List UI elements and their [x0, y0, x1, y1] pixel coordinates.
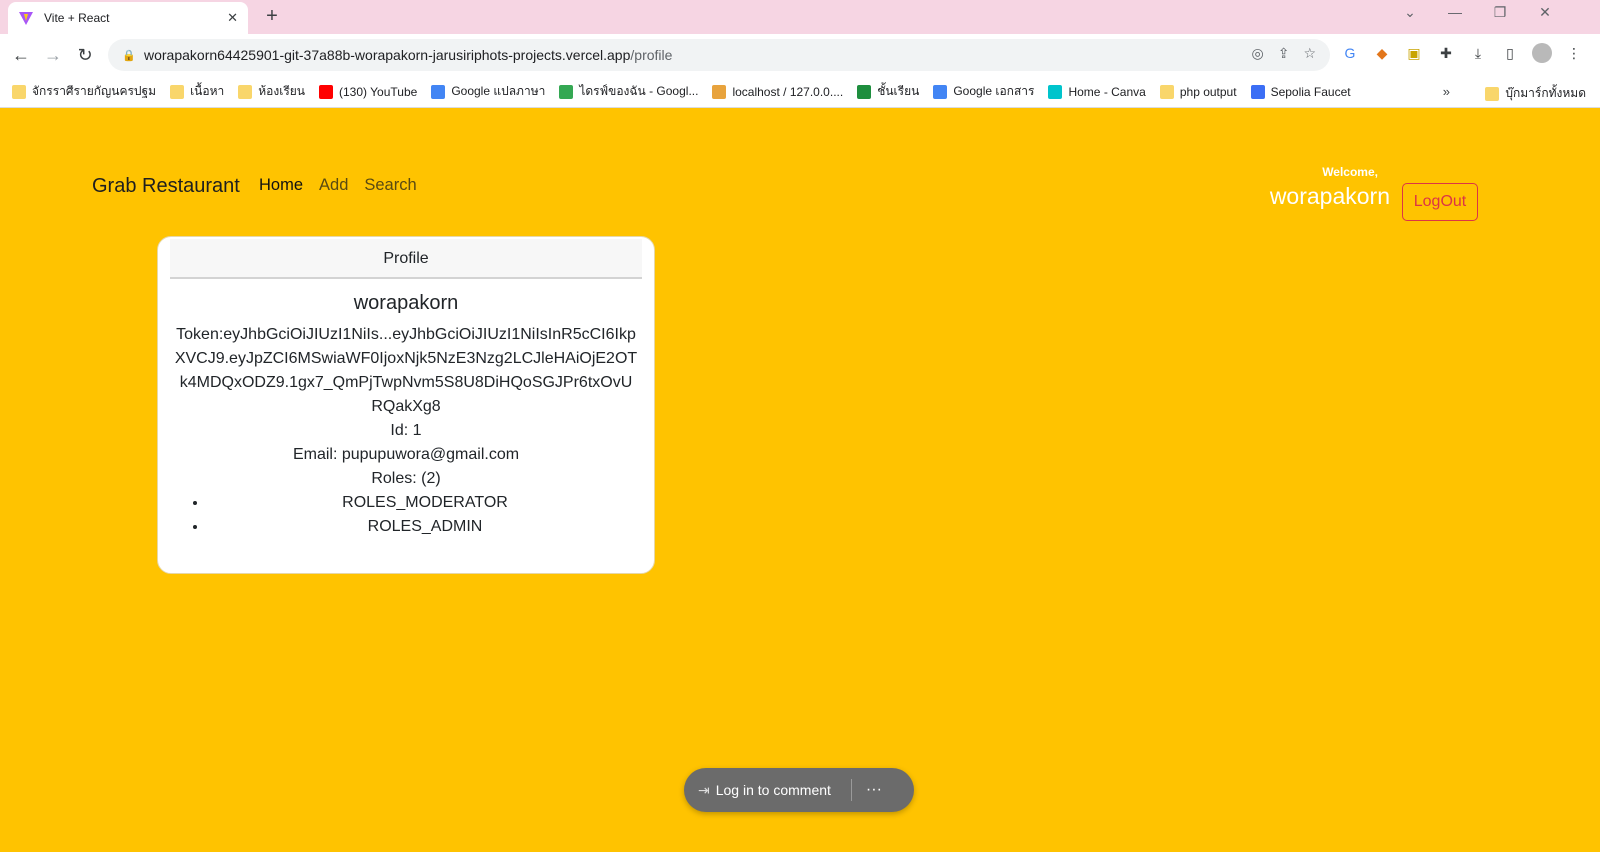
bookmark-item[interactable]: ชั้นเรียน: [857, 82, 919, 101]
nav-add-link[interactable]: Add: [319, 176, 348, 195]
brand-link[interactable]: Grab Restaurant: [92, 175, 240, 198]
nav-search-link[interactable]: Search: [364, 176, 416, 195]
login-icon: ⇥: [698, 781, 710, 798]
close-window-icon[interactable]: ✕: [1530, 4, 1560, 21]
folder-icon: [12, 84, 26, 99]
bookmark-label: php output: [1179, 84, 1237, 99]
bookmark-label: ห้องเรียน: [258, 84, 306, 98]
bookmark-item[interactable]: Google เอกสาร: [933, 82, 1034, 101]
bookmarks-overflow-icon[interactable]: »: [1443, 84, 1450, 99]
bookmark-item[interactable]: localhost / 127.0.0....: [712, 84, 844, 99]
eye-off-icon[interactable]: ◎: [1251, 45, 1263, 62]
bookmark-label: Sepolia Faucet: [1270, 84, 1351, 99]
bookmark-label: จักรราศีรายกัญนครปฐม: [32, 84, 157, 98]
browser-toolbar: ← → ↻ 🔒 worapakorn64425901-git-37a88b-wo…: [0, 34, 1600, 76]
profile-roles-count: Roles: (2): [371, 470, 441, 487]
bookmark-item[interactable]: ห้องเรียน: [238, 82, 305, 101]
puzzle-icon[interactable]: ✚: [1436, 43, 1456, 63]
bookmark-item[interactable]: ไดรฟ์ของฉัน - Googl...: [559, 82, 698, 101]
docs-icon: [933, 84, 948, 99]
address-bar[interactable]: 🔒 worapakorn64425901-git-37a88b-worapako…: [108, 39, 1330, 71]
minimize-icon[interactable]: —: [1440, 4, 1470, 20]
login-to-comment-button[interactable]: Log in to comment: [716, 782, 831, 798]
bookmark-label: ชั้นเรียน: [877, 84, 920, 98]
close-tab-icon[interactable]: ✕: [227, 10, 238, 26]
phpmyadmin-icon: [712, 84, 727, 99]
side-panel-icon[interactable]: ▯: [1500, 43, 1520, 63]
all-bookmarks-label: บุ๊กมาร์กทั้งหมด: [1505, 86, 1586, 100]
translate-icon: [431, 84, 446, 99]
drive-icon: [559, 84, 574, 99]
bookmark-item[interactable]: เนื้อหา: [170, 82, 224, 101]
menu-icon[interactable]: ⋮: [1564, 43, 1584, 63]
bookmark-label: (130) YouTube: [339, 84, 418, 99]
reload-icon[interactable]: ↻: [72, 42, 98, 68]
vite-logo-icon: [19, 12, 33, 25]
tab-title: Vite + React: [44, 11, 110, 25]
folder-icon: [1159, 84, 1174, 99]
profile-id: Id: 1: [390, 422, 422, 439]
bookmark-item[interactable]: (130) YouTube: [319, 84, 418, 99]
folder-icon: [170, 84, 185, 99]
bookmark-label: ไดรฟ์ของฉัน - Googl...: [579, 84, 699, 98]
bookmark-item[interactable]: php output: [1159, 84, 1237, 99]
browser-tab[interactable]: Vite + React ✕: [8, 2, 248, 34]
nav-home-link[interactable]: Home: [259, 176, 303, 195]
share-icon[interactable]: ⇪: [1278, 45, 1290, 62]
bookmark-label: เนื้อหา: [190, 84, 225, 98]
browser-tab-strip: Vite + React ✕ + ⌄ — ❐ ✕: [0, 0, 1600, 34]
profile-card-header: Profile: [170, 239, 642, 279]
url-host: worapakorn64425901-git-37a88b-worapakorn…: [144, 47, 631, 63]
bookmarks-bar: จักรราศีรายกัญนครปฐม เนื้อหา ห้องเรียน (130…: [0, 76, 1600, 108]
role-item: ROLES_ADMIN: [208, 515, 642, 539]
bookmark-item[interactable]: Sepolia Faucet: [1250, 84, 1351, 99]
vercel-comment-bar: ⇥ Log in to comment ···: [684, 768, 914, 812]
folder-icon: [1485, 86, 1500, 101]
youtube-icon: [319, 84, 334, 99]
bookmark-label: Google เอกสาร: [953, 84, 1035, 98]
extension-box-icon[interactable]: ▣: [1404, 43, 1424, 63]
profile-card-body: worapakorn Token:eyJhbGciOiJIUzI1NiIs...…: [170, 292, 642, 539]
bookmark-item[interactable]: Google แปลภาษา: [431, 82, 545, 101]
profile-token: Token:eyJhbGciOiJIUzI1NiIs...eyJhbGciOiJ…: [174, 326, 638, 415]
new-tab-icon[interactable]: +: [260, 5, 284, 29]
roles-list: ROLES_MODERATOR ROLES_ADMIN: [170, 491, 642, 539]
forward-icon[interactable]: →: [40, 42, 66, 68]
lock-icon: 🔒: [122, 49, 136, 62]
welcome-label: Welcome,: [1322, 165, 1378, 179]
role-item: ROLES_MODERATOR: [208, 491, 642, 515]
bookmark-item[interactable]: จักรราศีรายกัญนครปฐม: [12, 82, 156, 101]
bookmark-label: Home - Canva: [1068, 84, 1146, 99]
alchemy-icon: [1250, 84, 1265, 99]
translate-extension-icon[interactable]: G: [1340, 43, 1360, 63]
more-options-icon[interactable]: ···: [866, 781, 882, 799]
all-bookmarks-folder[interactable]: บุ๊กมาร์กทั้งหมด: [1485, 84, 1586, 103]
download-icon[interactable]: ⤓: [1468, 43, 1488, 63]
folder-icon: [238, 84, 253, 99]
site-navbar: Grab Restaurant Home Add Search Welcome,…: [76, 141, 1516, 221]
canva-icon: [1048, 84, 1063, 99]
tab-search-icon[interactable]: ⌄: [1395, 4, 1425, 21]
profile-avatar-icon[interactable]: [1532, 43, 1552, 63]
metamask-icon[interactable]: ◆: [1372, 43, 1392, 63]
profile-card: Profile worapakorn Token:eyJhbGciOiJIUzI…: [157, 236, 655, 574]
classroom-icon: [857, 84, 872, 99]
bookmark-star-icon[interactable]: ☆: [1303, 45, 1316, 62]
logout-button[interactable]: LogOut: [1402, 183, 1478, 221]
bookmark-item[interactable]: Home - Canva: [1048, 84, 1146, 99]
back-icon[interactable]: ←: [8, 42, 34, 68]
divider: [850, 779, 852, 801]
restore-icon[interactable]: ❐: [1485, 4, 1515, 21]
url-path: /profile: [630, 47, 673, 63]
profile-username: worapakorn: [353, 292, 459, 314]
welcome-username: worapakorn: [1269, 183, 1390, 209]
profile-email: Email: pupupuwora@gmail.com: [292, 446, 520, 463]
bookmark-label: localhost / 127.0.0....: [732, 84, 844, 99]
bookmark-label: Google แปลภาษา: [451, 84, 546, 98]
